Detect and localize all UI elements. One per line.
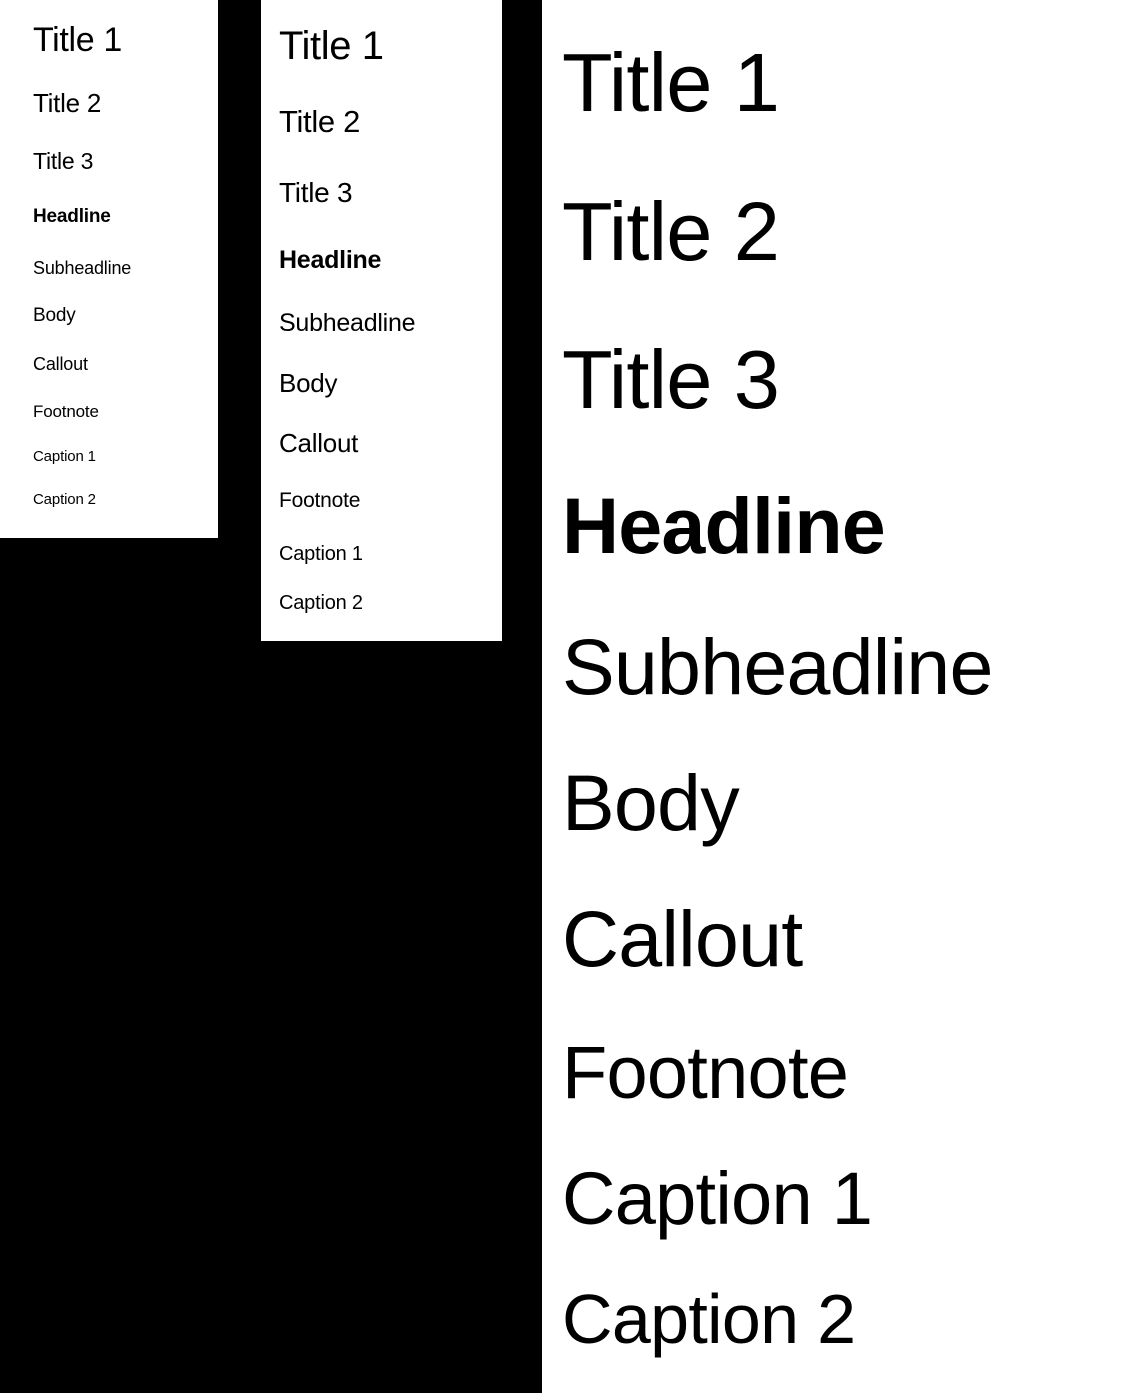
type-row-callout: Callout — [562, 894, 803, 983]
type-row-title1: Title 1 — [33, 21, 122, 59]
type-row-title3: Title 3 — [562, 333, 780, 426]
type-row-body: Body — [279, 368, 338, 398]
type-style-list: Title 1 Title 2 Title 3 Headline Subhead… — [279, 6, 502, 628]
type-row-subheadline: Subheadline — [562, 622, 993, 711]
type-row-footnote: Footnote — [33, 402, 99, 421]
type-scale-panel-large: Title 1 Title 2 Title 3 Headline Subhead… — [542, 0, 1140, 1393]
type-row-footnote: Footnote — [279, 489, 361, 512]
type-row-title1: Title 1 — [279, 24, 384, 68]
type-row-body: Body — [562, 758, 740, 847]
type-row-title2: Title 2 — [33, 88, 102, 118]
type-row-callout: Callout — [33, 354, 88, 374]
type-scale-panel-medium: Title 1 Title 2 Title 3 Headline Subhead… — [261, 0, 502, 641]
type-style-list: Title 1 Title 2 Title 3 Headline Subhead… — [33, 6, 218, 522]
type-row-caption2: Caption 2 — [279, 592, 363, 614]
type-row-caption2: Caption 2 — [562, 1280, 856, 1358]
type-row-subheadline: Subheadline — [33, 258, 132, 278]
type-row-title2: Title 2 — [562, 185, 780, 278]
type-row-footnote: Footnote — [562, 1031, 849, 1114]
type-row-caption1: Caption 1 — [562, 1157, 873, 1240]
type-row-callout: Callout — [279, 428, 359, 458]
type-row-title3: Title 3 — [279, 177, 353, 208]
type-row-caption1: Caption 1 — [279, 543, 363, 565]
type-row-headline: Headline — [33, 206, 111, 227]
type-row-body: Body — [33, 305, 76, 326]
type-row-caption2: Caption 2 — [33, 491, 96, 508]
type-row-headline: Headline — [279, 246, 382, 274]
type-row-subheadline: Subheadline — [279, 309, 416, 337]
type-row-caption1: Caption 1 — [33, 448, 96, 465]
type-row-title2: Title 2 — [279, 104, 361, 139]
type-row-title3: Title 3 — [33, 148, 94, 174]
type-row-headline: Headline — [562, 481, 886, 570]
type-scale-panel-small: Title 1 Title 2 Title 3 Headline Subhead… — [0, 0, 218, 538]
type-style-list: Title 1 Title 2 Title 3 Headline Subhead… — [562, 8, 1140, 1378]
type-row-title1: Title 1 — [562, 36, 780, 129]
